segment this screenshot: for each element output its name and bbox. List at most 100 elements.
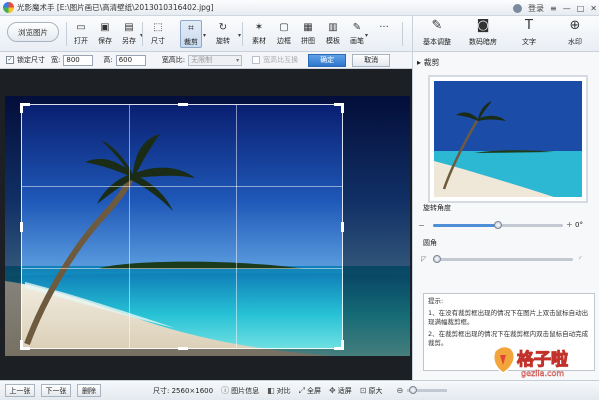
tool-more-button[interactable]: ···	[373, 20, 395, 48]
tab-label: 基本调整	[423, 38, 451, 46]
round-corner-slider[interactable]	[433, 255, 573, 263]
lock-size-label: 锁定尺寸	[17, 56, 45, 64]
tool-label: 素材	[252, 37, 266, 45]
star-icon: ✶	[254, 22, 264, 33]
tab-text[interactable]: T 文字	[507, 18, 551, 50]
cancel-button[interactable]: 取消	[352, 53, 391, 67]
info-icon: ⓘ	[221, 386, 230, 395]
menu-icon[interactable]: ≡	[550, 4, 557, 13]
prev-image-button[interactable]: 上一张	[5, 384, 35, 397]
tool-label: 保存	[98, 37, 112, 45]
width-field[interactable]: 800	[63, 54, 94, 66]
tool-star-button[interactable]: ✶ 素材	[248, 20, 270, 48]
panel-tabs: ✎ 基本调整 ◙ 数码暗房 T 文字 ⊕ 水印	[412, 16, 599, 52]
template-icon: ▥	[328, 22, 338, 33]
crop-handle-bl-v[interactable]	[20, 340, 23, 350]
grid-line	[129, 105, 130, 348]
image-size-text: 尺寸: 2560×1600	[153, 386, 214, 395]
folder-open-icon: ▭	[76, 22, 86, 33]
ratio-select[interactable]: 无限制	[188, 54, 243, 66]
tab-label: 数码暗房	[469, 38, 497, 46]
image-info-button[interactable]: ⓘ 图片信息	[221, 385, 259, 396]
brush-dropdown-caret-icon[interactable]: ▾	[365, 32, 368, 39]
tool-folder-open-button[interactable]: ▭ 打开	[70, 20, 92, 48]
crop-frame[interactable]	[20, 103, 344, 350]
crop-handle-top[interactable]	[178, 103, 188, 106]
rotate-slider[interactable]	[433, 221, 563, 229]
delete-button[interactable]: 删除	[77, 384, 101, 397]
darkroom-icon: ◙	[476, 18, 490, 33]
swap-ratio-label: 宽高比互换	[263, 56, 299, 64]
crop-panel: ▸ 裁剪 旋转角度 − + 0° 圆角 ◸ ◜ 提示: 1、在没有裁剪框出现的情…	[412, 52, 599, 380]
crop-handle-br-v[interactable]	[341, 340, 344, 350]
rotate-dropdown-caret-icon[interactable]: ▾	[238, 32, 241, 39]
tab-adjust[interactable]: ✎ 基本调整	[415, 18, 459, 50]
tip-title: 提示:	[428, 297, 444, 305]
minus-icon[interactable]: −	[418, 221, 425, 230]
maximize-icon[interactable]: □	[577, 4, 585, 13]
next-image-button[interactable]: 下一张	[41, 384, 71, 397]
minimize-icon[interactable]: —	[563, 4, 571, 13]
title-bar: 光影魔术手 [E:\图片画已\高清壁纸\2013010316402.jpg] 登…	[0, 0, 599, 16]
lock-size-checkbox[interactable]: ✓	[6, 56, 14, 64]
tool-label: 模板	[326, 37, 340, 45]
fit-icon: ✥	[329, 386, 336, 395]
zoom-out-icon[interactable]: ⊖	[396, 386, 403, 395]
crop-shade-right	[343, 104, 410, 349]
height-field[interactable]: 600	[115, 54, 146, 66]
tool-save-as-button[interactable]: ▤ 另存	[118, 20, 140, 48]
tab-watermark[interactable]: ⊕ 水印	[553, 18, 597, 50]
fullscreen-button[interactable]: ⤢ 全屏	[299, 386, 321, 396]
login-link[interactable]: 登录	[528, 3, 544, 14]
compare-button[interactable]: ◧ 对比	[267, 386, 291, 396]
tool-border-button[interactable]: ▢ 边框	[273, 20, 295, 48]
user-icon	[513, 3, 523, 13]
tip-line-1: 1、在没有裁剪框出现的情况下在图片上双击鼠标自动出现满幅裁剪框。	[428, 309, 589, 326]
crop-handle-tl-v[interactable]	[20, 103, 23, 113]
divider	[66, 22, 67, 46]
watermark-url: gezila.com	[521, 369, 565, 378]
rotate-slider-knob[interactable]	[494, 221, 502, 229]
tool-rotate-button[interactable]: ↻ 旋转	[212, 20, 234, 48]
plus-icon[interactable]: +	[566, 220, 573, 229]
rotate-angle-value: 0°	[575, 221, 583, 229]
window-controls: 登录 ≡ — □ ✕	[513, 0, 597, 16]
ratio-label: 宽高比:	[161, 56, 186, 64]
tool-template-button[interactable]: ▥ 模板	[322, 20, 344, 48]
crop-handle-right[interactable]	[341, 222, 344, 232]
tool-collage-button[interactable]: ▦ 拼图	[297, 20, 319, 48]
tool-save-button[interactable]: ▣ 保存	[94, 20, 116, 48]
rotate-icon: ↻	[218, 22, 228, 33]
swap-ratio-checkbox[interactable]	[252, 56, 261, 64]
more-icon: ···	[379, 22, 389, 33]
crop-icon: ⌗	[188, 23, 194, 34]
width-label: 宽:	[51, 56, 61, 64]
zoom-knob[interactable]	[409, 386, 418, 394]
fit-screen-button[interactable]: ✥ 适屏	[329, 386, 352, 396]
crop-dropdown-caret-icon[interactable]: ▾	[203, 32, 206, 39]
zoom-slider[interactable]	[407, 386, 448, 394]
crop-handle-tr-v[interactable]	[341, 103, 344, 113]
tool-resize-button[interactable]: ⬚ 尺寸	[147, 20, 169, 48]
tool-label: 画笔	[350, 37, 364, 45]
original-size-button[interactable]: ⊡ 原大	[360, 386, 383, 396]
tab-label: 文字	[522, 38, 536, 46]
tab-darkroom[interactable]: ◙ 数码暗房	[461, 18, 505, 50]
image-canvas[interactable]	[0, 69, 412, 380]
confirm-button[interactable]: 确定	[308, 53, 347, 67]
grid-line	[22, 268, 342, 269]
divider	[402, 22, 403, 46]
crop-shade-bottom	[5, 349, 410, 356]
crop-handle-bottom[interactable]	[178, 347, 188, 350]
tool-crop-button[interactable]: ⌗ 裁剪	[180, 20, 202, 48]
close-icon[interactable]: ✕	[590, 4, 597, 13]
divider	[142, 22, 143, 46]
crop-handle-left[interactable]	[20, 222, 23, 232]
browse-images-button[interactable]: 浏览图片	[7, 22, 59, 42]
tool-label: 尺寸	[151, 37, 165, 45]
app-logo-icon	[3, 2, 14, 13]
round-corner-icon: ◜	[579, 255, 582, 263]
tool-label: 拼图	[301, 37, 315, 45]
save-icon: ▣	[100, 22, 110, 33]
round-corner-knob[interactable]	[433, 255, 442, 263]
